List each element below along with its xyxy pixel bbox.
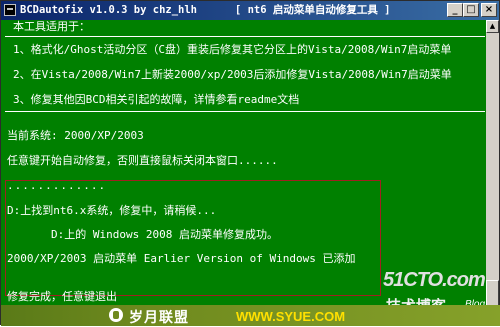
usage-header: 本工具适用于：	[13, 20, 90, 33]
top-divider	[5, 36, 485, 37]
scroll-thumb[interactable]	[486, 280, 499, 306]
scroll-up-arrow-icon[interactable]: ▲	[486, 20, 499, 33]
maximize-button[interactable]: □	[463, 3, 479, 17]
brand-logo-icon	[109, 308, 123, 322]
console-app-icon[interactable]	[4, 4, 16, 16]
start-prompt: 任意键开始自动修复，否则直接鼠标关闭本窗口......	[7, 154, 278, 167]
done-message: 修复完成，任意键退出	[7, 290, 117, 303]
window-title: BCDautofix v1.0.3 by chz_hlh [ nt6 启动菜单自…	[20, 4, 391, 16]
added-message: 2000/XP/2003 启动菜单 Earlier Version of Win…	[7, 252, 356, 265]
vertical-scrollbar[interactable]: ▲ ▼	[486, 20, 499, 324]
usage-item-1: 1、格式化/Ghost活动分区（C盘）重装后修复其它分区上的Vista/2008…	[13, 43, 452, 56]
title-bar[interactable]: BCDautofix v1.0.3 by chz_hlh [ nt6 启动菜单自…	[1, 1, 499, 20]
bottom-divider	[5, 111, 485, 112]
footer-brand: 岁月联盟	[129, 310, 189, 326]
console-window: BCDautofix v1.0.3 by chz_hlh [ nt6 启动菜单自…	[0, 0, 500, 326]
watermark-site: 51CTO.com	[383, 269, 486, 291]
minimize-button[interactable]: _	[447, 3, 463, 17]
current-system: 当前系统: 2000/XP/2003	[7, 129, 144, 142]
footer-url: WWW.SYUE.COM	[236, 309, 346, 324]
found-message: D:上找到nt6.x系统，修复中，请稍候...	[7, 204, 217, 217]
progress-dots: .............	[7, 179, 107, 192]
footer-banner: 岁月联盟 WWW.SYUE.COM	[1, 305, 500, 326]
usage-item-2: 2、在Vista/2008/Win7上新装2000/xp/2003后添加修复Vi…	[13, 68, 452, 81]
usage-item-3: 3、修复其他因BCD相关引起的故障，详情参看readme文档	[13, 93, 300, 106]
close-button[interactable]: ×	[481, 3, 497, 17]
repair-success-message: D:上的 Windows 2008 启动菜单修复成功。	[51, 228, 278, 241]
